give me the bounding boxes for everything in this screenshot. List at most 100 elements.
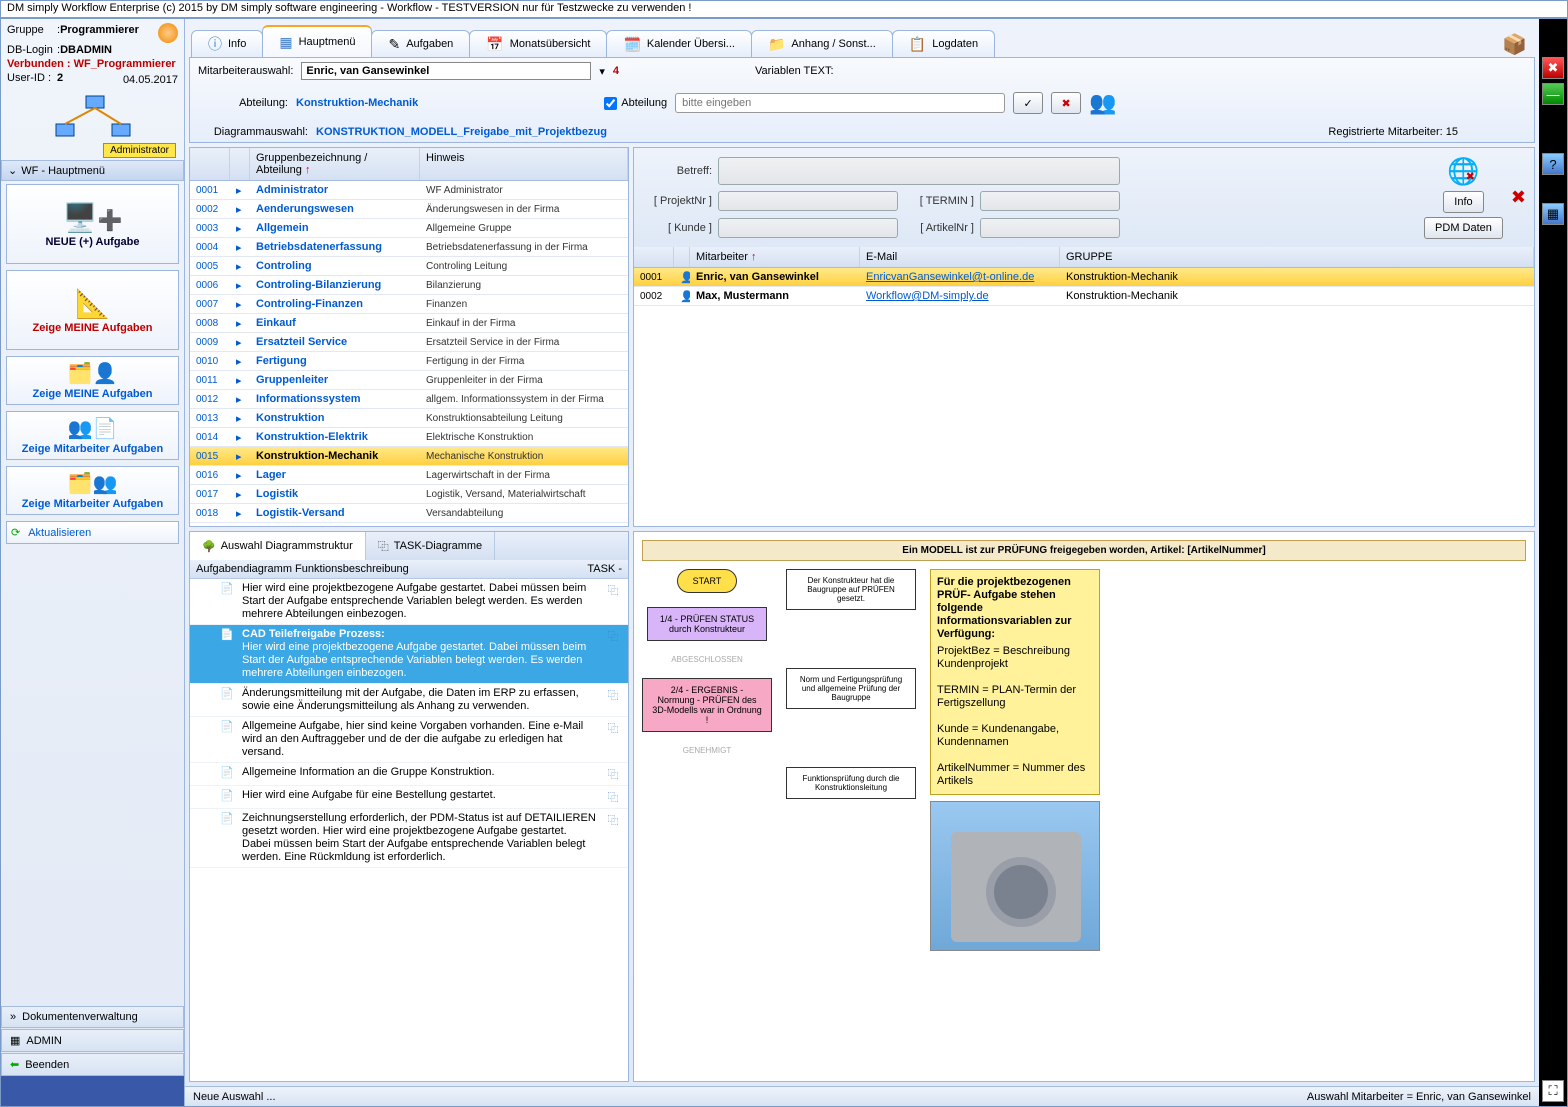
tab-calendar[interactable]: 🗓️Kalender Übersi... <box>606 30 751 57</box>
tree-item[interactable]: 📄Allgemeine Aufgabe, hier sind keine Vor… <box>190 717 628 763</box>
col-group[interactable]: GRUPPE <box>1060 247 1534 267</box>
customer-input[interactable] <box>718 218 898 238</box>
group-row[interactable]: 0006▸Controling-BilanzierungBilanzierung <box>190 276 628 295</box>
group-row[interactable]: 0016▸LagerLagerwirtschaft in der Firma <box>190 466 628 485</box>
group-row[interactable]: 0017▸LogistikLogistik, Versand, Material… <box>190 485 628 504</box>
tree-head-label: Aufgabendiagramm Funktionsbeschreibung <box>196 563 587 575</box>
article-input[interactable] <box>980 218 1120 238</box>
col-email[interactable]: E-Mail <box>860 247 1060 267</box>
expand-button[interactable]: ⛶ <box>1542 1080 1564 1102</box>
package-icon[interactable]: 📦 <box>1502 32 1527 57</box>
tab-attachment[interactable]: 📁Anhang / Sonst... <box>751 30 893 57</box>
tree-item[interactable]: 📄Änderungsmitteilung mit der Aufgabe, di… <box>190 684 628 717</box>
col-member[interactable]: Mitarbeiter ↑ <box>690 247 860 267</box>
exit-menu[interactable]: ⬅Beenden <box>1 1053 184 1076</box>
diagram-label: Diagrammauswahl: <box>198 126 308 138</box>
status-left: Neue Auswahl ... <box>193 1091 276 1103</box>
cancel-button[interactable]: ✖ <box>1051 92 1081 114</box>
subtab-structure[interactable]: 🌳Auswahl Diagrammstruktur <box>190 532 366 560</box>
dept-value[interactable]: Konstruktion-Mechanik <box>296 97 418 109</box>
tree-body[interactable]: 📄Hier wird eine projektbezogene Aufgabe … <box>190 579 628 1081</box>
group-row[interactable]: 0005▸ControlingControling Leitung <box>190 257 628 276</box>
show-emp-tasks-button-2[interactable]: 🗂️👥Zeige Mitarbeiter Aufgaben <box>6 466 179 515</box>
folder-icon: 📁 <box>768 36 785 53</box>
show-emp-tasks-button[interactable]: 👥📄Zeige Mitarbeiter Aufgaben <box>6 411 179 460</box>
group-row[interactable]: 0010▸FertigungFertigung in der Firma <box>190 352 628 371</box>
show-my-tasks-label: Zeige MEINE Aufgaben <box>33 322 153 334</box>
admin-menu[interactable]: ▦ADMIN <box>1 1029 184 1052</box>
member-row[interactable]: 0002👤Max, MustermannWorkflow@DM-simply.d… <box>634 287 1534 306</box>
refresh-button[interactable]: ⟳Aktualisieren <box>6 521 179 544</box>
refresh-label: Aktualisieren <box>28 527 91 539</box>
tab-main[interactable]: ▦Hauptmenü <box>262 25 372 57</box>
group-value: Programmierer <box>60 23 139 43</box>
tree-head-task: TASK - <box>587 563 622 575</box>
tab-month[interactable]: 📅Monatsübersicht <box>469 30 607 57</box>
groups-body[interactable]: 0001▸AdministratorWF Administrator0002▸A… <box>190 181 628 526</box>
abteilung-checkbox[interactable]: Abteilung <box>604 97 667 110</box>
confirm-button[interactable]: ✓ <box>1013 92 1043 114</box>
project-label: [ ProjektNr ] <box>642 195 712 207</box>
group-row[interactable]: 0012▸Informationssystemallgem. Informati… <box>190 390 628 409</box>
new-task-button[interactable]: 🖥️➕NEUE (+) Aufgabe <box>6 184 179 264</box>
show-my-tasks-button[interactable]: 📐Zeige MEINE Aufgaben <box>6 270 179 350</box>
flow-note-2: Norm und Fertigungsprüfung und allgemein… <box>786 668 916 709</box>
tiles-people-icon: 🗂️👥 <box>68 471 118 496</box>
col-groupname[interactable]: Gruppenbezeichnung / Abteilung ↑ <box>250 148 420 180</box>
group-row[interactable]: 0019▸Logistik-WareneingangWareneingang i… <box>190 523 628 526</box>
group-row[interactable]: 0004▸BetriebsdatenerfassungBetriebsdaten… <box>190 238 628 257</box>
pdm-button[interactable]: PDM Daten <box>1424 217 1503 239</box>
tree-item[interactable]: 📄Hier wird eine projektbezogene Aufgabe … <box>190 579 628 625</box>
registered-count: Registrierte Mitarbeiter: 15 <box>1328 126 1458 138</box>
member-row[interactable]: 0001👤Enric, van GansewinkelEnricvanGanse… <box>634 268 1534 287</box>
connected-label: Verbunden : <box>7 57 71 71</box>
close-window-button[interactable]: ✖ <box>1542 57 1564 79</box>
grid-tool-button[interactable]: ▦ <box>1542 203 1564 225</box>
flowchart-panel: Ein MODELL ist zur PRÜFUNG freigegeben w… <box>633 531 1535 1082</box>
info-button[interactable]: Info <box>1443 191 1483 213</box>
tab-info[interactable]: ⓘInfo <box>191 30 263 57</box>
subject-input[interactable] <box>718 157 1120 185</box>
user-info: Gruppe: Programmierer DB-Login: DBADMIN … <box>1 19 184 91</box>
sidebar-header[interactable]: ⌄WF - Hauptmenü <box>1 160 184 181</box>
minimize-button[interactable]: — <box>1542 83 1564 105</box>
help-button[interactable]: ? <box>1542 153 1564 175</box>
tab-log[interactable]: 📋Logdaten <box>892 30 995 57</box>
group-row[interactable]: 0007▸Controling-FinanzenFinanzen <box>190 295 628 314</box>
chevron-icon: » <box>10 1011 16 1023</box>
tree-item[interactable]: 📄Hier wird eine Aufgabe für eine Bestell… <box>190 786 628 809</box>
variable-input[interactable] <box>675 93 1005 113</box>
group-row[interactable]: 0008▸EinkaufEinkauf in der Firma <box>190 314 628 333</box>
group-row[interactable]: 0018▸Logistik-VersandVersandabteilung <box>190 504 628 523</box>
subtab-taskdiagrams[interactable]: ⿻TASK-Diagramme <box>366 532 495 560</box>
tree-item[interactable]: 📄Zeichnungserstellung erforderlich, der … <box>190 809 628 868</box>
tree-item[interactable]: 📄CAD Teilefreigabe Prozess:Hier wird ein… <box>190 625 628 684</box>
group-row[interactable]: 0009▸Ersatzteil ServiceErsatzteil Servic… <box>190 333 628 352</box>
termin-input[interactable] <box>980 191 1120 211</box>
employee-combo[interactable] <box>301 62 591 80</box>
window-title: DM simply Workflow Enterprise (c) 2015 b… <box>0 0 1568 18</box>
tab-tasks[interactable]: ✎Aufgaben <box>371 30 470 57</box>
documents-menu[interactable]: »Dokumentenverwaltung <box>1 1006 184 1028</box>
group-row[interactable]: 0011▸GruppenleiterGruppenleiter in der F… <box>190 371 628 390</box>
flow-start: START <box>677 569 737 593</box>
group-row[interactable]: 0015▸Konstruktion-MechanikMechanische Ko… <box>190 447 628 466</box>
col-hint[interactable]: Hinweis <box>420 148 628 180</box>
members-body[interactable]: 0001👤Enric, van GansewinkelEnricvanGanse… <box>634 268 1534 526</box>
cad-preview <box>930 801 1100 951</box>
tree-item[interactable]: 📄Allgemeine Information an die Gruppe Ko… <box>190 763 628 786</box>
diagram-icon: ⿻ <box>378 538 389 554</box>
close-icon[interactable]: ✖ <box>1511 187 1526 208</box>
show-my-tasks-button-2[interactable]: 🗂️👤Zeige MEINE Aufgaben <box>6 356 179 405</box>
flowchart[interactable]: Ein MODELL ist zur PRÜFUNG freigegeben w… <box>634 532 1534 1081</box>
diagram-value[interactable]: KONSTRUKTION_MODELL_Freigabe_mit_Projekt… <box>316 126 607 138</box>
group-row[interactable]: 0001▸AdministratorWF Administrator <box>190 181 628 200</box>
group-row[interactable]: 0003▸AllgemeinAllgemeine Gruppe <box>190 219 628 238</box>
group-row[interactable]: 0002▸AenderungswesenÄnderungswesen in de… <box>190 200 628 219</box>
project-input[interactable] <box>718 191 898 211</box>
group-row[interactable]: 0014▸Konstruktion-ElektrikElektrische Ko… <box>190 428 628 447</box>
grid-icon: ▦ <box>279 34 292 51</box>
form-fields: Betreff: [ ProjektNr ] [ TERMIN ] [ Kund… <box>642 156 1120 239</box>
group-row[interactable]: 0013▸KonstruktionKonstruktionsabteilung … <box>190 409 628 428</box>
dropdown-icon[interactable]: ▾ <box>599 65 605 78</box>
